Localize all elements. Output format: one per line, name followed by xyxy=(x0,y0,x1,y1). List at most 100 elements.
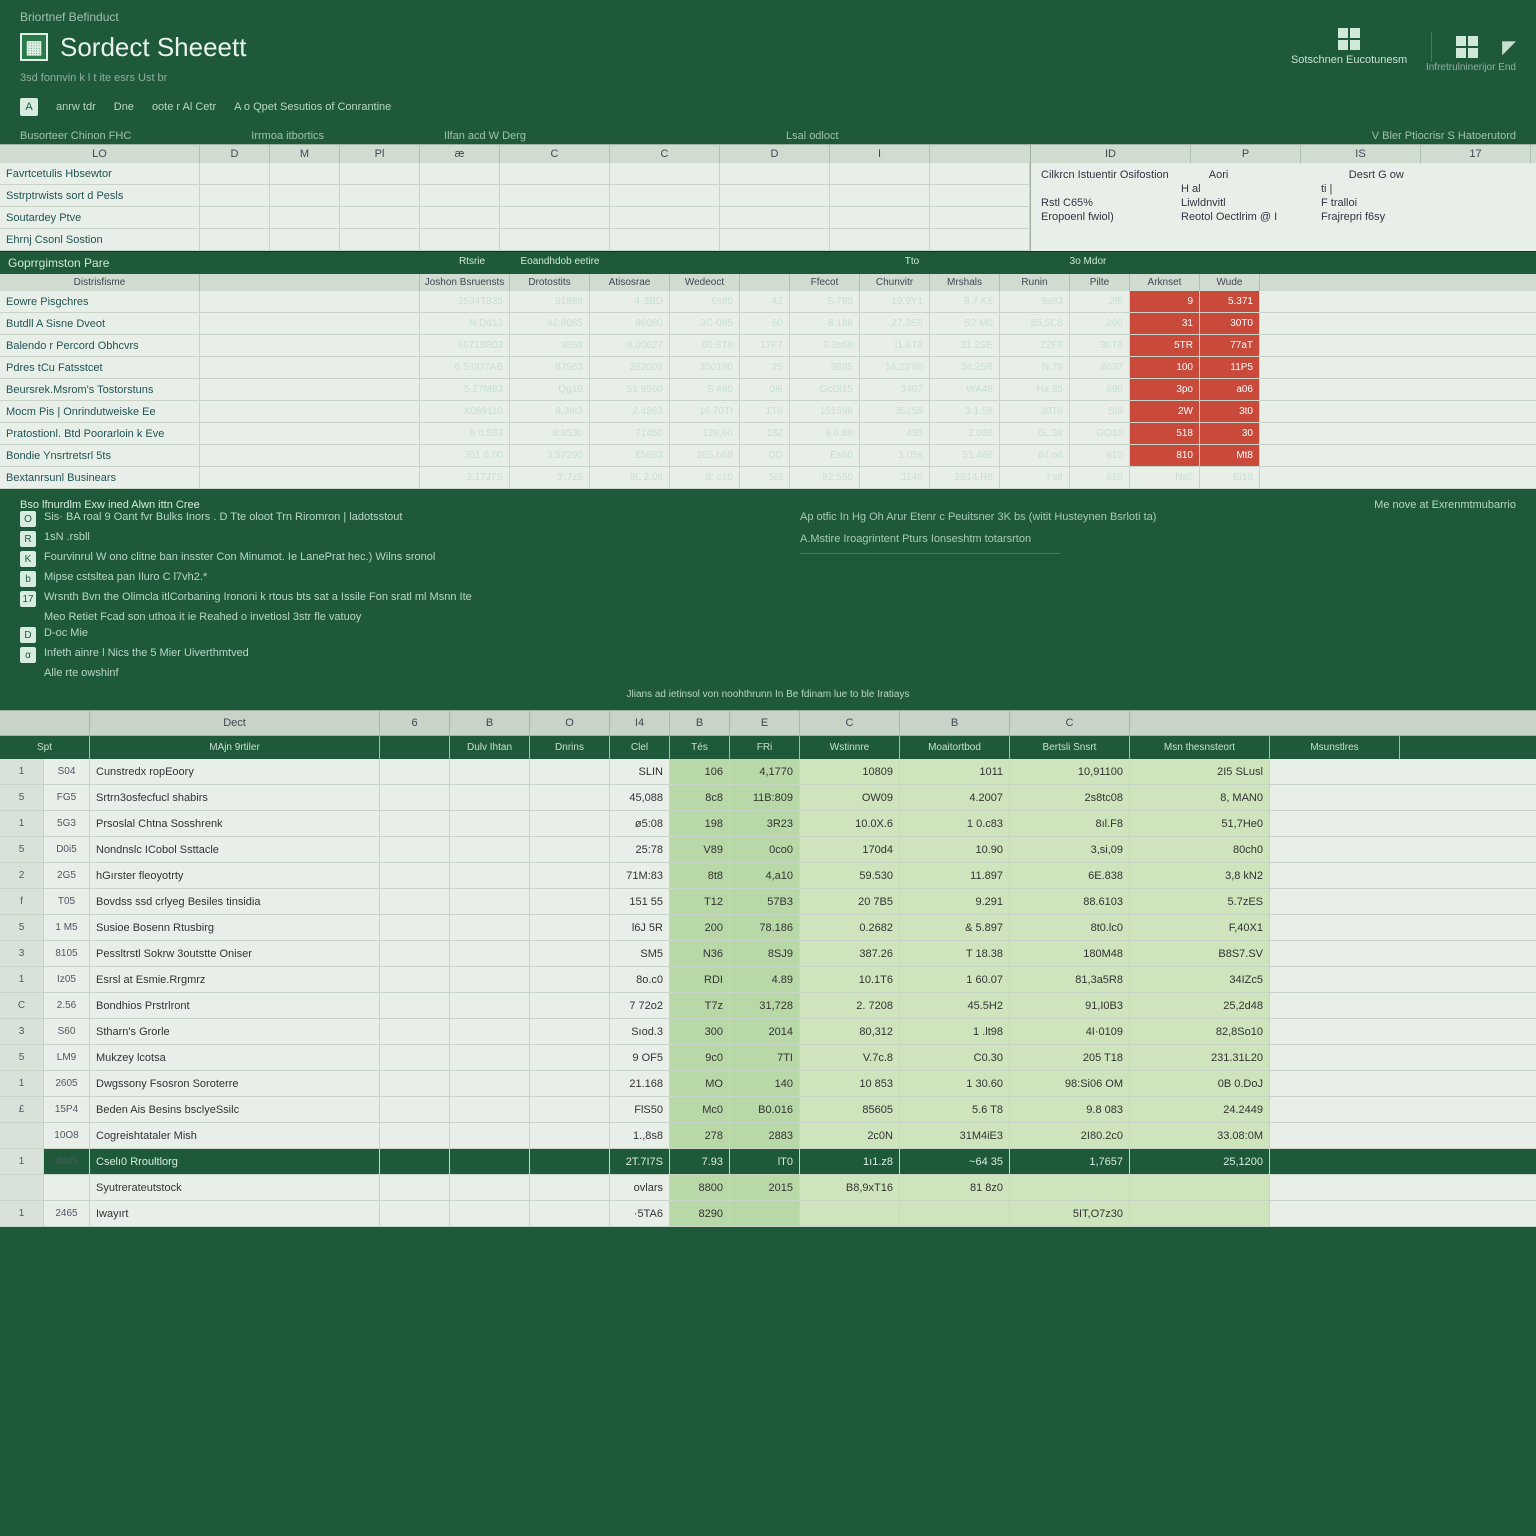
expand-icon[interactable]: ◤ xyxy=(1502,37,1516,58)
lg-cell[interactable] xyxy=(530,1045,610,1070)
ug-cell[interactable] xyxy=(830,207,930,228)
lg-cell[interactable] xyxy=(450,915,530,940)
mid-cell[interactable]: 350190 xyxy=(670,357,740,378)
lg-cell[interactable] xyxy=(450,863,530,888)
lg-cell[interactable]: 91,I0B3 xyxy=(1010,993,1130,1018)
lg-sub-header[interactable]: MAjn 9rtiler xyxy=(90,736,380,759)
lg-cell[interactable]: N36 xyxy=(670,941,730,966)
lg-cell[interactable] xyxy=(380,863,450,888)
mid-cell[interactable]: 42:8085 xyxy=(510,313,590,334)
lg-cell[interactable]: 8o.c0 xyxy=(610,967,670,992)
lg-row[interactable]: 5FG5Srtrn3osfecfucl shabirs45,0888c811B:… xyxy=(0,785,1536,811)
lg-cell[interactable]: 34IZc5 xyxy=(1130,967,1270,992)
lg-cell[interactable]: 2883 xyxy=(730,1123,800,1148)
lg-cell[interactable]: 0B 0.DoJ xyxy=(1130,1071,1270,1096)
note-icon[interactable]: b xyxy=(20,571,36,587)
mid-cell[interactable]: Es80 xyxy=(790,445,860,466)
lg-cell[interactable] xyxy=(380,1071,450,1096)
lg-cell[interactable] xyxy=(530,1097,610,1122)
mid-cell[interactable]: 6671B803 xyxy=(420,335,510,356)
ug-cell[interactable] xyxy=(340,229,420,250)
lg-cell[interactable] xyxy=(450,837,530,862)
lg-sub-header[interactable]: Tés xyxy=(670,736,730,759)
lg-cell[interactable]: 300 xyxy=(670,1019,730,1044)
lg-cell[interactable]: 3,si,09 xyxy=(1010,837,1130,862)
lg-row[interactable]: Syutrerateutstockovlars88002015B8,9xT168… xyxy=(0,1175,1536,1201)
lg-cell[interactable]: B8S7.SV xyxy=(1130,941,1270,966)
ug-row[interactable]: Soutardey Ptve xyxy=(0,207,1030,229)
mid-cell[interactable]: 5TR xyxy=(1130,335,1200,356)
ug-col-header[interactable]: LO xyxy=(0,145,200,163)
lg-cell[interactable]: 8ıl.F8 xyxy=(1010,811,1130,836)
lg-cell[interactable]: V.7c.8 xyxy=(800,1045,900,1070)
lg-row[interactable]: 5D0i5Nondnslc ICobol Ssttacle25:78V890co… xyxy=(0,837,1536,863)
ug-cell[interactable] xyxy=(420,185,500,206)
lg-cell[interactable] xyxy=(380,785,450,810)
lg-cell[interactable]: T 18.38 xyxy=(900,941,1010,966)
lg-cell[interactable] xyxy=(380,759,450,784)
mid-cell[interactable]: 9 xyxy=(1130,291,1200,312)
lg-cell[interactable]: 57B3 xyxy=(730,889,800,914)
lg-cell[interactable]: 10.90 xyxy=(900,837,1010,862)
mid-cell[interactable]: S.788 xyxy=(790,291,860,312)
mid-cell[interactable]: 610 xyxy=(1070,467,1130,488)
lg-cell[interactable]: 88.6103 xyxy=(1010,889,1130,914)
ug-col-header[interactable]: IS xyxy=(1301,145,1421,163)
lg-cell[interactable] xyxy=(450,941,530,966)
mid-row[interactable]: Beursrek.Msrom's Tostorstuns5,27M83Qg19S… xyxy=(0,379,1536,401)
lg-cell[interactable]: 2014 xyxy=(730,1019,800,1044)
mid-cell[interactable]: £5883 xyxy=(590,445,670,466)
mid-cell[interactable]: 8637 xyxy=(1070,357,1130,378)
lg-cell[interactable]: 8SJ9 xyxy=(730,941,800,966)
lg-cell[interactable]: 1 30.60 xyxy=(900,1071,1010,1096)
lg-cell[interactable]: 3,8 kN2 xyxy=(1130,863,1270,888)
mid-sub-col[interactable]: Ffecot xyxy=(790,274,860,291)
lg-cell[interactable] xyxy=(380,889,450,914)
lg-cell[interactable]: 7 72o2 xyxy=(610,993,670,1018)
lg-cell[interactable] xyxy=(450,1175,530,1200)
mid-cell[interactable]: 77aT xyxy=(1200,335,1260,356)
lg-cell[interactable]: V89 xyxy=(670,837,730,862)
lg-cell[interactable] xyxy=(380,1201,450,1226)
mid-cell[interactable]: DD xyxy=(740,445,790,466)
lg-row[interactable]: 51 M5Susioe Bosenn Rtusbirgl6J 5R20078.1… xyxy=(0,915,1536,941)
lg-cell[interactable]: ovlars xyxy=(610,1175,670,1200)
toolbar-item-1[interactable]: Dne xyxy=(114,101,134,113)
lg-sub-header[interactable]: Msunstlres xyxy=(1270,736,1400,759)
lg-rownum[interactable]: 3 xyxy=(0,941,44,966)
lg-cell[interactable]: 10 853 xyxy=(800,1071,900,1096)
mid-cell[interactable]: S1 9560 xyxy=(590,379,670,400)
lg-cell[interactable]: 1,7657 xyxy=(1010,1149,1130,1174)
mid-cell[interactable]: 14.23'80 xyxy=(860,357,930,378)
lg-cell[interactable]: 180M48 xyxy=(1010,941,1130,966)
lg-cell[interactable]: 1 60.07 xyxy=(900,967,1010,992)
lg-cell[interactable] xyxy=(530,785,610,810)
lg-cell[interactable] xyxy=(1130,1201,1270,1226)
ug-cell[interactable] xyxy=(200,185,270,206)
ug-row[interactable]: Ehrnj Csonl Sostion xyxy=(0,229,1030,251)
mid-cell[interactable]: 34.25R xyxy=(930,357,1000,378)
lg-cell[interactable] xyxy=(450,1097,530,1122)
toolbar-icon-0[interactable]: A xyxy=(20,98,38,116)
lg-cell[interactable] xyxy=(450,1071,530,1096)
mid-cell[interactable]: 495 xyxy=(860,423,930,444)
ug-cell[interactable] xyxy=(720,207,830,228)
mid-row[interactable]: Bextanrsunl Businears3.17J7S3'.7z58L 2.0… xyxy=(0,467,1536,489)
mid-cell[interactable]: 82.550 xyxy=(790,467,860,488)
lg-rownum[interactable]: 2 xyxy=(0,863,44,888)
lg-cell[interactable]: 10.0X.6 xyxy=(800,811,900,836)
mid-cell[interactable]: 8.7 K5 xyxy=(930,291,1000,312)
lg-cell[interactable]: 387.26 xyxy=(800,941,900,966)
lg-cell[interactable] xyxy=(450,785,530,810)
ug-row[interactable]: Favrtcetulis Hbsewtor xyxy=(0,163,1030,185)
ug-cell[interactable] xyxy=(610,207,720,228)
mid-cell[interactable]: 9.3s68 xyxy=(790,335,860,356)
ug-cell[interactable] xyxy=(830,229,930,250)
lg-cell[interactable]: 1ı1.z8 xyxy=(800,1149,900,1174)
ug-cell[interactable] xyxy=(930,185,1030,206)
lg-sub-header[interactable]: Msn thesnsteort xyxy=(1130,736,1270,759)
lg-cell[interactable]: 1.,8s8 xyxy=(610,1123,670,1148)
lg-row[interactable]: fТ05Bovdss ssd crlyeg Besiles tinsidia15… xyxy=(0,889,1536,915)
lg-cell[interactable]: 170d4 xyxy=(800,837,900,862)
lg-rownum[interactable]: 5 xyxy=(0,1045,44,1070)
